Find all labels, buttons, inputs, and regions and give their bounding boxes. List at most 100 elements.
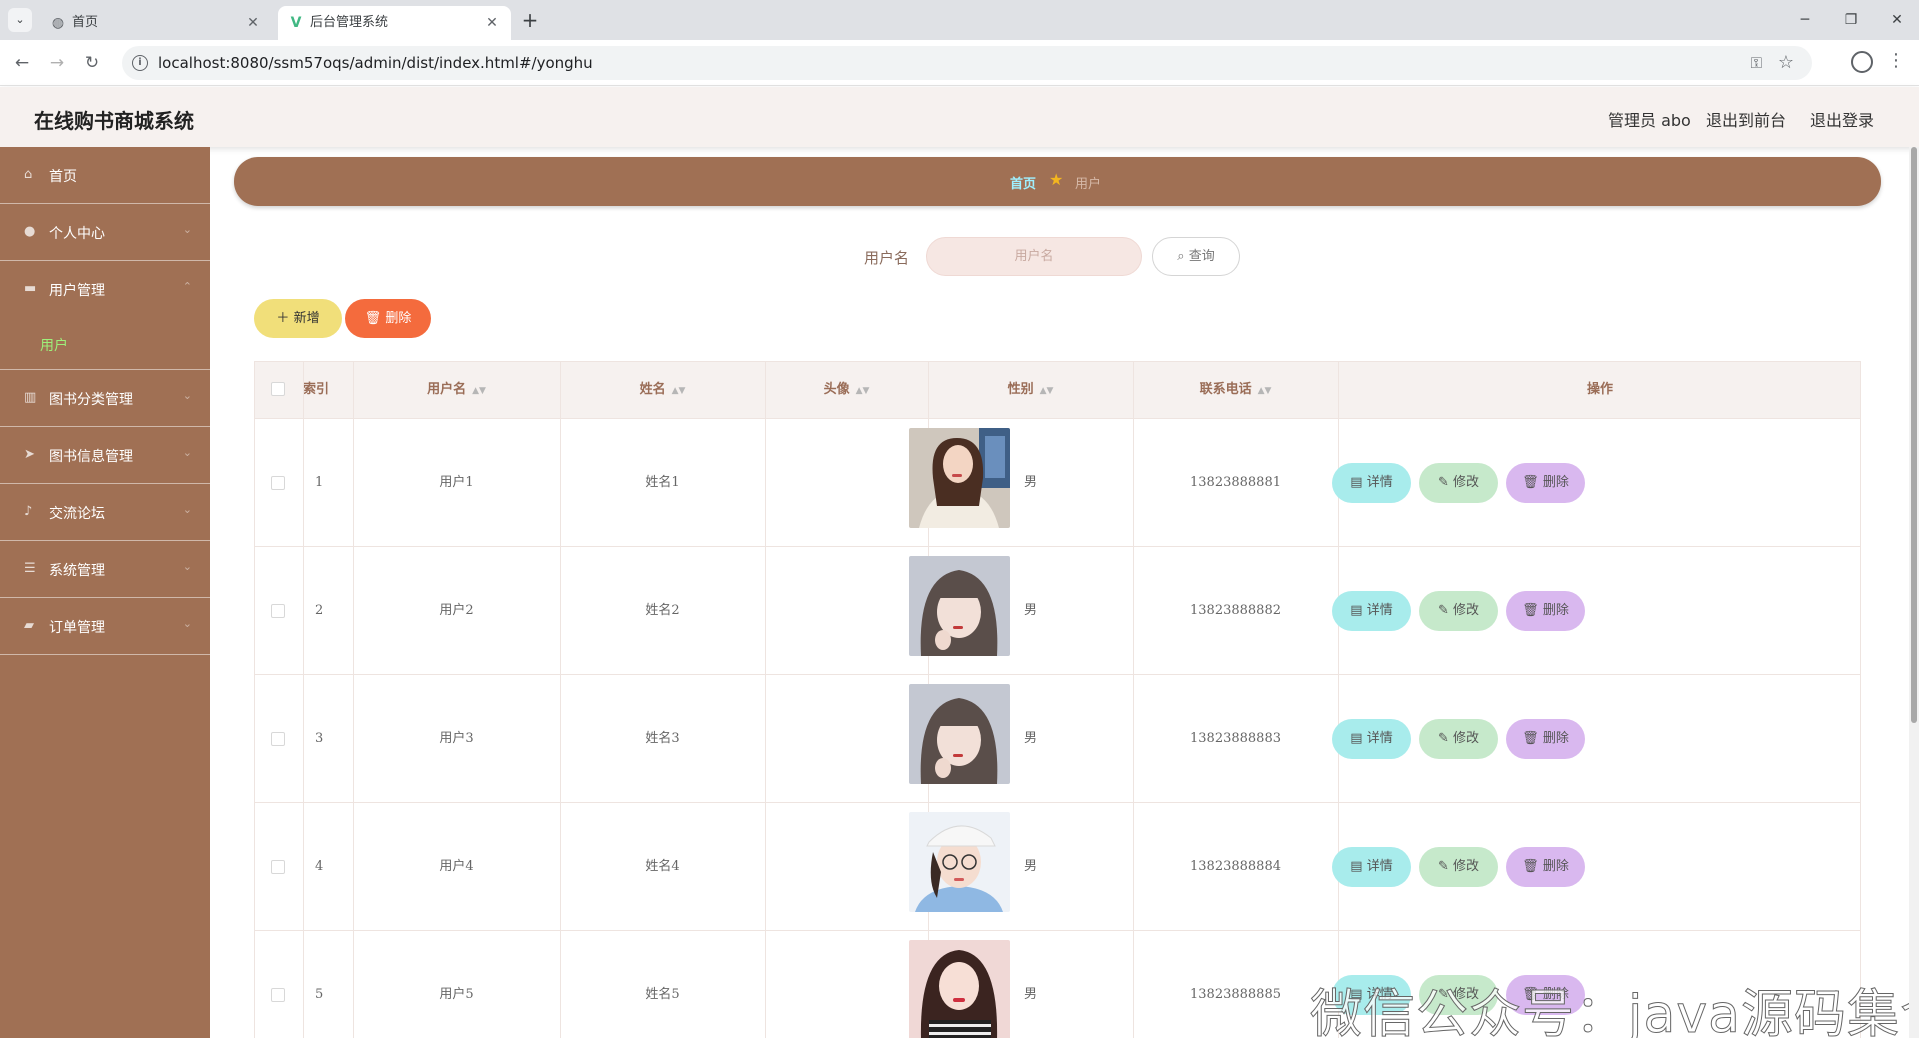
sidebar-item-personal-center[interactable]: ● 个人中心 ⌄ xyxy=(0,204,210,261)
plus-icon: ＋ xyxy=(276,311,290,326)
url-field[interactable]: i localhost:8080/ssm57oqs/admin/dist/ind… xyxy=(122,46,1812,80)
back-icon[interactable]: ← xyxy=(10,51,34,75)
detail-button[interactable]: ▤ 详情 xyxy=(1332,719,1411,759)
close-icon[interactable]: ✕ xyxy=(483,14,501,32)
sort-icon[interactable]: ▲▼ xyxy=(856,386,870,396)
sort-icon[interactable]: ▲▼ xyxy=(1258,386,1272,396)
column-header-username[interactable]: 用户名 ▲▼ xyxy=(353,362,560,418)
sidebar-item-system[interactable]: ☰ 系统管理 ⌄ xyxy=(0,541,210,598)
menu-kebab-icon[interactable]: ⋮ xyxy=(1887,50,1905,71)
edit-icon: ✎ xyxy=(1437,859,1449,874)
row-checkbox[interactable] xyxy=(271,732,285,746)
password-key-icon[interactable]: ⚿ xyxy=(1751,54,1762,72)
sidebar-item-user-management[interactable]: ▬ 用户管理 ⌃ xyxy=(0,261,210,318)
browser-tab-home[interactable]: ◍ 首页 ✕ xyxy=(40,6,272,40)
close-icon[interactable]: ✕ xyxy=(244,14,262,32)
profile-icon[interactable] xyxy=(1851,51,1873,73)
edit-icon: ✎ xyxy=(1437,731,1449,746)
column-header-index: 索引 xyxy=(303,382,330,397)
vue-logo-icon: V xyxy=(290,15,302,31)
row-delete-button-label: 删除 xyxy=(1542,731,1569,746)
add-button[interactable]: ＋ 新增 xyxy=(254,299,342,338)
users-table: 索引 用户名 ▲▼ 姓名 ▲▼ 头像 ▲▼ 性别 ▲▼ 联系电话 ▲▼ 操作 1 用户1 … xyxy=(254,361,1861,1038)
trash-icon: 🗑 xyxy=(1522,731,1539,746)
sidebar-item-orders[interactable]: ▰ 订单管理 ⌄ xyxy=(0,598,210,655)
sidebar-item-forum[interactable]: ♪ 交流论坛 ⌄ xyxy=(0,484,210,541)
detail-button[interactable]: ▤ 详情 xyxy=(1332,591,1411,631)
bookmark-star-icon[interactable]: ☆ xyxy=(1778,52,1794,73)
table-row: 2 用户2 姓名2 男 13823888882 ▤ 详情 ✎ 修改 🗑 删除 xyxy=(255,546,1860,674)
sidebar-item-label: 个人中心 xyxy=(49,226,105,242)
row-checkbox[interactable] xyxy=(271,860,285,874)
address-bar: ← → ↻ i localhost:8080/ssm57oqs/admin/di… xyxy=(0,40,1919,86)
search-input[interactable]: 用户名 xyxy=(926,237,1142,276)
breadcrumb-home[interactable]: 首页 xyxy=(1010,173,1036,192)
table-row: 3 用户3 姓名3 男 13823888883 ▤ 详情 ✎ 修改 🗑 删除 xyxy=(255,674,1860,802)
select-all-checkbox[interactable] xyxy=(271,382,285,396)
row-delete-button[interactable]: 🗑 删除 xyxy=(1506,463,1585,503)
sidebar-item-home[interactable]: ⌂ 首页 xyxy=(0,147,210,204)
chevron-up-icon: ⌃ xyxy=(182,280,192,293)
sort-icon[interactable]: ▲▼ xyxy=(672,386,686,396)
restore-icon[interactable]: ❐ xyxy=(1831,6,1871,34)
sidebar-item-book-info[interactable]: ➤ 图书信息管理 ⌄ xyxy=(0,427,210,484)
sidebar-subitem-user[interactable]: 用户 xyxy=(0,318,210,370)
scrollbar-thumb[interactable] xyxy=(1911,147,1917,723)
column-header-label: 姓名 xyxy=(639,382,666,397)
column-header-phone[interactable]: 联系电话 ▲▼ xyxy=(1133,362,1338,418)
reload-icon[interactable]: ↻ xyxy=(80,51,104,75)
detail-button-label: 详情 xyxy=(1366,475,1393,490)
column-header-label: 性别 xyxy=(1007,382,1034,397)
logout-link[interactable]: 退出登录 xyxy=(1810,107,1874,131)
edit-button[interactable]: ✎ 修改 xyxy=(1419,591,1498,631)
row-checkbox[interactable] xyxy=(271,604,285,618)
minimize-icon[interactable]: ─ xyxy=(1785,6,1825,34)
edit-button[interactable]: ✎ 修改 xyxy=(1419,847,1498,887)
app-title: 在线购书商城系统 xyxy=(34,109,194,133)
delete-button[interactable]: 🗑 删除 xyxy=(345,299,431,338)
column-header-avatar[interactable]: 头像 ▲▼ xyxy=(765,362,928,418)
row-delete-button-label: 删除 xyxy=(1542,603,1569,618)
url-text: localhost:8080/ssm57oqs/admin/dist/index… xyxy=(158,54,593,72)
sort-icon[interactable]: ▲▼ xyxy=(1040,386,1054,396)
list-icon: ☰ xyxy=(24,561,36,576)
sidebar-item-label: 图书信息管理 xyxy=(49,449,133,465)
row-checkbox[interactable] xyxy=(271,988,285,1002)
forward-icon[interactable]: → xyxy=(45,51,69,75)
page-scrollbar[interactable] xyxy=(1909,147,1919,1038)
sidebar-item-book-category[interactable]: ▥ 图书分类管理 ⌄ xyxy=(0,370,210,427)
trash-icon: 🗑 xyxy=(1522,859,1539,874)
trash-icon: 🗑 xyxy=(1522,475,1539,490)
edit-button[interactable]: ✎ 修改 xyxy=(1419,463,1498,503)
site-info-icon[interactable]: i xyxy=(132,55,148,71)
sort-icon[interactable]: ▲▼ xyxy=(472,386,486,396)
home-icon: ⌂ xyxy=(24,167,33,182)
row-checkbox[interactable] xyxy=(271,476,285,490)
tab-search-icon[interactable]: ⌄ xyxy=(8,8,32,32)
row-delete-button[interactable]: 🗑 删除 xyxy=(1506,591,1585,631)
cell-gender: 男 xyxy=(1023,731,1037,746)
cell-username: 用户4 xyxy=(439,859,474,874)
sidebar-item-label: 用户管理 xyxy=(49,283,105,299)
chevron-down-icon: ⌄ xyxy=(182,617,192,630)
row-delete-button[interactable]: 🗑 删除 xyxy=(1506,719,1585,759)
search-icon: ⌕ xyxy=(1177,249,1185,264)
row-delete-button[interactable]: 🗑 删除 xyxy=(1506,847,1585,887)
column-header-name[interactable]: 姓名 ▲▼ xyxy=(560,362,765,418)
tab-title: 后台管理系统 xyxy=(310,15,389,30)
book-icon: ▥ xyxy=(24,390,37,405)
exit-to-front-link[interactable]: 退出到前台 xyxy=(1706,107,1786,131)
breadcrumb-current: 用户 xyxy=(1075,177,1102,192)
detail-button[interactable]: ▤ 详情 xyxy=(1332,847,1411,887)
chevron-down-icon: ⌄ xyxy=(182,560,192,573)
person-icon: ● xyxy=(24,224,36,239)
browser-tab-bar: ⌄ ◍ 首页 ✕ V 后台管理系统 ✕ + ─ ❐ ✕ xyxy=(0,0,1919,40)
detail-button[interactable]: ▤ 详情 xyxy=(1332,463,1411,503)
browser-tab-admin[interactable]: V 后台管理系统 ✕ xyxy=(278,6,511,40)
edit-button[interactable]: ✎ 修改 xyxy=(1419,719,1498,759)
query-button[interactable]: ⌕ 查询 xyxy=(1152,237,1240,276)
sidebar-item-label: 首页 xyxy=(49,169,77,185)
column-header-gender[interactable]: 性别 ▲▼ xyxy=(928,362,1133,418)
new-tab-icon[interactable]: + xyxy=(518,8,542,32)
window-close-icon[interactable]: ✕ xyxy=(1877,6,1917,34)
